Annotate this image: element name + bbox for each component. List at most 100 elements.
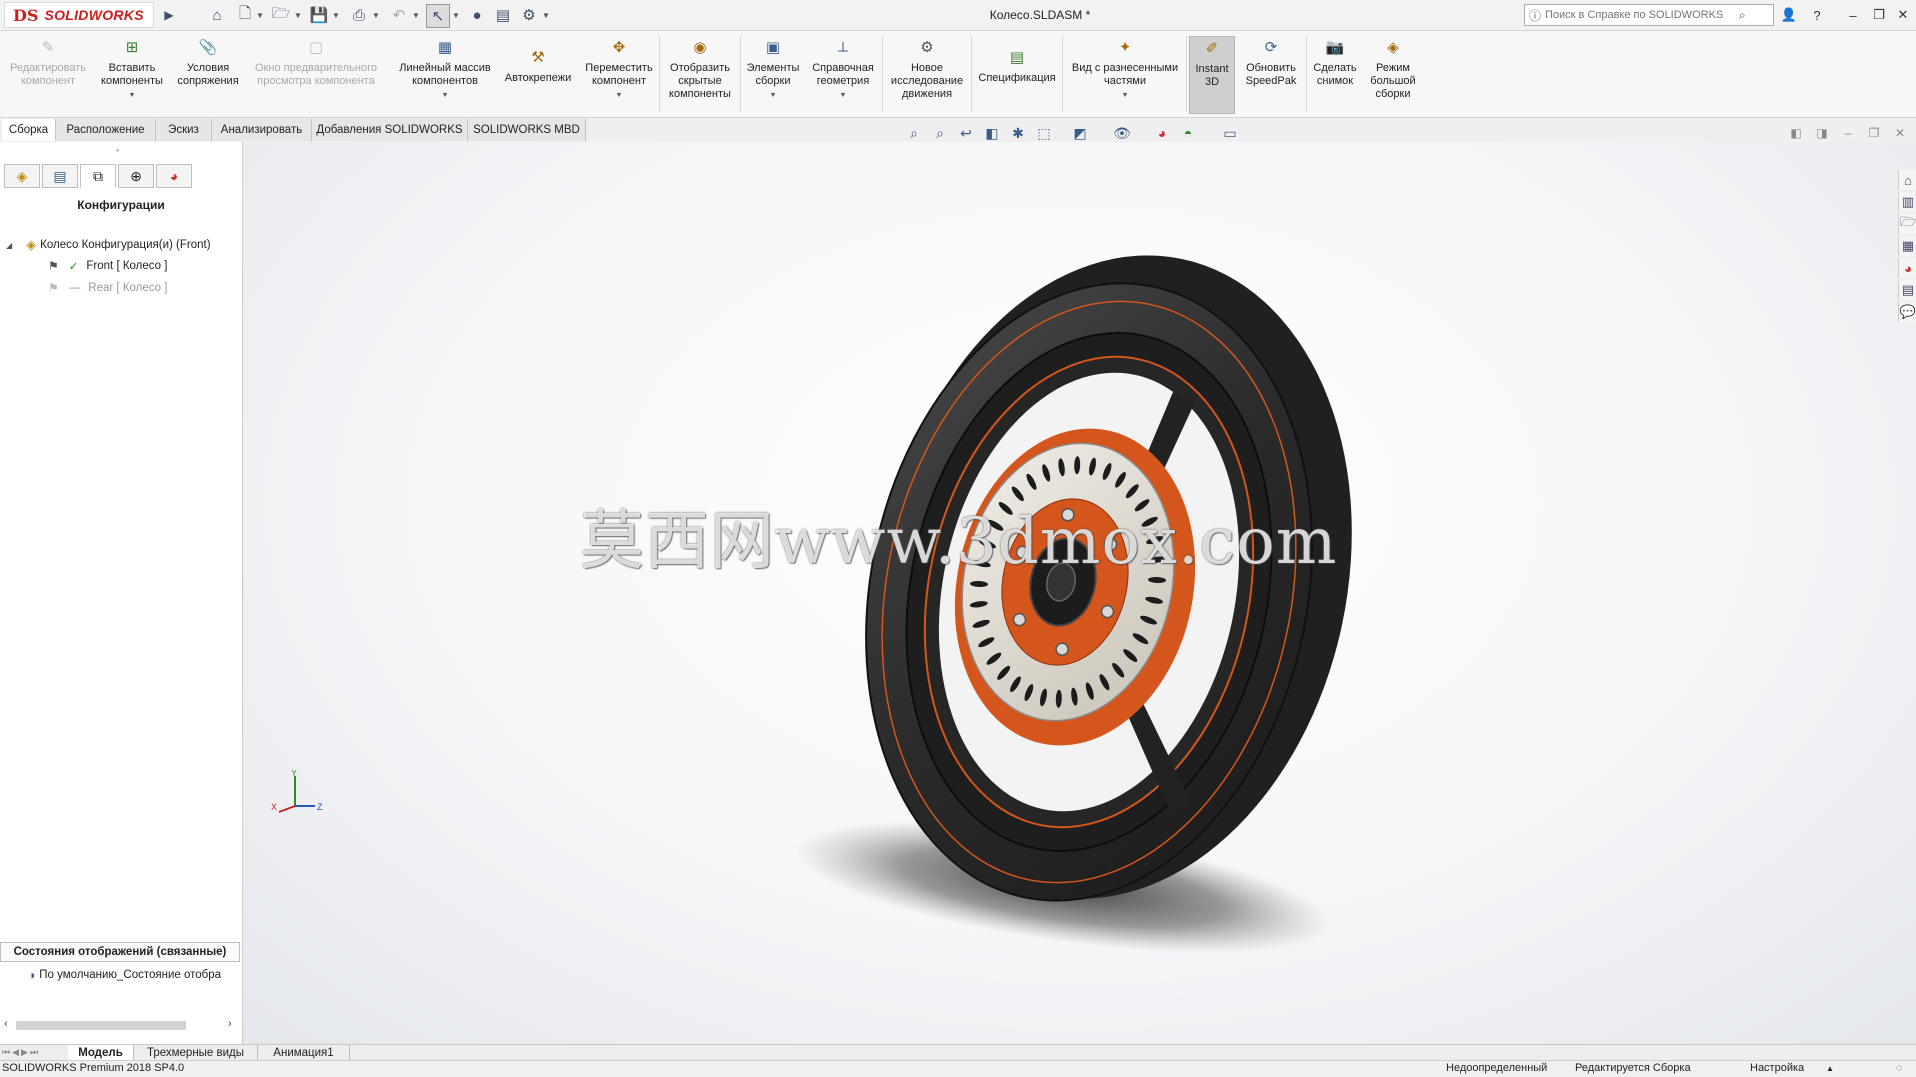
dropdown-arrow-icon[interactable]: ▼ [616,89,623,102]
custom-properties-icon[interactable]: ▤ [1898,280,1916,300]
insert-components-button[interactable]: ⊞ Вставить компоненты ▼ [94,36,170,102]
tab-solidworks-addins[interactable]: Добавления SOLIDWORKS [312,119,468,141]
traffic-light-icon[interactable]: ● [466,4,488,26]
new-document-icon[interactable]: 🗋 [234,4,256,26]
display-style-icon[interactable]: ◩ [1070,123,1090,143]
tab-layout[interactable]: Расположение [56,119,156,141]
instant3d-button[interactable]: ✐ Instant 3D [1189,36,1235,114]
last-tab-icon[interactable]: ⏭ [30,1047,38,1058]
open-dropdown-icon[interactable]: ▼ [294,8,302,22]
tab-3d-views[interactable]: Трехмерные виды [134,1045,258,1060]
zoom-to-area-icon[interactable]: ⌕ [930,123,950,143]
expand-menu-arrow-icon[interactable]: ▶ [158,4,180,26]
save-icon[interactable]: 💾 [308,4,330,26]
hide-show-items-icon[interactable]: 👁 [1112,123,1132,143]
scroll-left-icon[interactable]: ‹ [4,1018,8,1030]
dropdown-arrow-icon[interactable]: ▼ [770,89,777,102]
scroll-thumb[interactable] [16,1021,186,1030]
reference-geometry-button[interactable]: ⟂ Справочная геометрия ▼ [806,36,880,102]
solidworks-logo[interactable]: DS SOLIDWORKS [4,2,154,28]
dropdown-arrow-icon[interactable]: ▼ [1122,89,1129,102]
help-search-input[interactable] [1545,9,1736,21]
settings-up-arrow-icon[interactable]: ▲ [1826,1064,1834,1073]
config-item-rear[interactable]: ⚑ — Rear [ Колесо ] [48,281,167,295]
user-account-icon[interactable]: 👤 [1778,5,1800,25]
config-tree-root[interactable]: ◢ ◈ Колесо Конфигурация(и) (Front) [6,237,211,253]
print-icon[interactable]: ⎙ [348,4,370,26]
take-snapshot-button[interactable]: 📷 Сделать снимок [1308,36,1362,88]
display-manager-tab-icon[interactable]: ◕ [156,164,192,188]
save-dropdown-icon[interactable]: ▼ [332,8,340,22]
graphics-viewport[interactable]: Y X Z [243,142,1916,1044]
view-orientation-icon[interactable]: ⬚ [1034,123,1054,143]
tab-model[interactable]: Модель [68,1045,134,1060]
new-dropdown-icon[interactable]: ▼ [256,8,264,22]
exploded-view-button[interactable]: ✦ Вид с разнесенными частями ▼ [1066,36,1184,102]
next-tab-icon[interactable]: ▶ [21,1047,28,1058]
component-preview-button[interactable]: ▢ Окно предварительного просмотра компон… [246,36,386,88]
configuration-manager-tab-icon[interactable]: ⧉ [80,164,116,188]
prev-tab-icon[interactable]: ◀ [12,1047,19,1058]
panel-grip-icon[interactable]: • [116,146,119,155]
tab-solidworks-mbd[interactable]: SOLIDWORKS MBD [468,119,586,141]
file-explorer-icon[interactable]: 🗁 [1898,214,1916,234]
scroll-right-icon[interactable]: › [228,1018,232,1030]
dimxpert-tab-icon[interactable]: ⊕ [118,164,154,188]
tab-scroll-arrows[interactable]: ⏮ ◀ ▶ ⏭ [2,1045,64,1060]
options-dropdown-icon[interactable]: ▼ [542,8,550,22]
dropdown-arrow-icon[interactable]: ▼ [129,89,136,102]
show-hidden-components-button[interactable]: ◉ Отобразить скрытые компоненты [662,36,738,101]
select-arrow-icon[interactable]: ↖ [426,4,450,28]
close-window-icon[interactable]: ✕ [1892,5,1914,25]
view-palette-icon[interactable]: ▦ [1898,236,1916,256]
open-folder-icon[interactable]: 🗁 [270,4,292,26]
assembly-features-button[interactable]: ▣ Элементы сборки ▼ [742,36,804,102]
viewport-minimize-icon[interactable]: – [1838,123,1858,143]
tab-evaluate[interactable]: Анализировать [212,119,312,141]
minimize-window-icon[interactable]: – [1842,5,1864,25]
options-gear-icon[interactable]: ⚙ [518,4,540,26]
edit-component-button[interactable]: ✎ Редактировать компонент [4,36,92,88]
config-item-front[interactable]: ⚑ ✓ Front [ Колесо ] [48,259,167,273]
feature-manager-tab-icon[interactable]: ◈ [4,164,40,188]
dropdown-arrow-icon[interactable]: ▼ [840,89,847,102]
mate-button[interactable]: 📎 Условия сопряжения [172,36,244,88]
undo-dropdown-icon[interactable]: ▼ [412,8,420,22]
select-dropdown-icon[interactable]: ▼ [452,8,460,22]
viewport-tile-left-icon[interactable]: ◧ [1786,123,1806,143]
help-icon[interactable]: ? [1806,5,1828,25]
zoom-to-fit-icon[interactable]: ⌕ [904,123,924,143]
dropdown-arrow-icon[interactable]: ▼ [442,89,449,102]
section-view-icon[interactable]: ◧ [982,123,1002,143]
new-motion-study-button[interactable]: ⚙ Новое исследование движения [884,36,970,101]
large-assembly-mode-button[interactable]: ◈ Режим большой сборки [1364,36,1422,101]
appearances-icon[interactable]: ◕ [1898,258,1916,278]
restore-window-icon[interactable]: ❐ [1868,5,1890,25]
move-component-button[interactable]: ✥ Переместить компонент ▼ [578,36,660,102]
collapse-arrow-icon[interactable]: ◢ [6,241,12,250]
property-manager-tab-icon[interactable]: ▤ [42,164,78,188]
tab-assembly[interactable]: Сборка [2,119,56,141]
viewport-restore-icon[interactable]: ❐ [1864,123,1884,143]
viewport-close-icon[interactable]: ✕ [1890,123,1910,143]
viewport-tile-right-icon[interactable]: ◨ [1812,123,1832,143]
edit-appearance-icon[interactable]: ◕ [1152,123,1172,143]
previous-view-icon[interactable]: ↩ [956,123,976,143]
undo-icon[interactable]: ↶ [388,4,410,26]
file-properties-icon[interactable]: ▤ [492,4,514,26]
design-library-icon[interactable]: ▥ [1898,192,1916,212]
update-speedpak-button[interactable]: ⟳ Обновить SpeedPak [1238,36,1304,88]
smart-fasteners-button[interactable]: ⚒ Автокрепежи [498,36,578,85]
print-dropdown-icon[interactable]: ▼ [372,8,380,22]
tab-sketch[interactable]: Эскиз [156,119,212,141]
first-tab-icon[interactable]: ⏮ [2,1047,10,1058]
home-icon[interactable]: ⌂ [206,4,228,26]
bom-button[interactable]: ▤ Спецификация [974,36,1060,85]
apply-scene-icon[interactable]: ◓ [1178,123,1198,143]
status-settings[interactable]: Настройка [1750,1062,1804,1074]
display-state-item[interactable]: ◑ По умолчанию_Состояние отобра [28,968,221,982]
panel-horizontal-scrollbar[interactable]: ‹ › [0,1018,240,1032]
dynamic-annotation-icon[interactable]: ✱ [1008,123,1028,143]
wheel-model[interactable] [243,142,1916,1044]
solidworks-resources-icon[interactable]: ⌂ [1898,170,1916,190]
